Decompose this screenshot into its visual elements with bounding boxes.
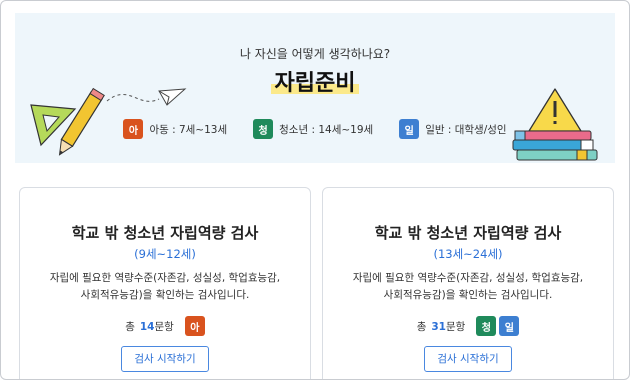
card-description: 자립에 필요한 역량수준(자존감, 성실성, 학업효능감, 사회적유능감)을 확… <box>49 272 281 301</box>
card-age-range: (9세~12세) <box>134 247 196 261</box>
badge-child: 아 <box>184 316 205 336</box>
hero-title: 자립준비 <box>270 65 360 97</box>
test-card-teen: 학교 밖 청소년 자립역량 검사 (13세~24세) 자립에 필요한 역량수준(… <box>322 187 614 379</box>
legend-item-teen: 청 청소년 : 14세~19세 <box>253 119 373 139</box>
badge-teen: 청 <box>253 119 274 139</box>
start-test-button[interactable]: 검사 시작하기 <box>121 346 209 372</box>
card-age-range: (13세~24세) <box>433 247 503 261</box>
card-description: 자립에 필요한 역량수준(자존감, 성실성, 학업효능감, 사회적유능감)을 확… <box>352 272 584 301</box>
test-card-child: 학교 밖 청소년 자립역량 검사 (9세~12세) 자립에 필요한 역량수준(자… <box>19 187 311 379</box>
legend-label: 청소년 : 14세~19세 <box>279 123 374 136</box>
badge-child: 아 <box>123 119 144 139</box>
hero-subtitle: 나 자신을 어떻게 생각하나요? <box>239 47 391 61</box>
start-test-button[interactable]: 검사 시작하기 <box>424 346 512 372</box>
legend-item-general: 일 일반 : 대학생/성인 <box>399 119 507 139</box>
page-frame: 나 자신을 어떻게 생각하나요? 자립준비 아 아동 : 7세~13세 청 청소… <box>0 0 630 380</box>
legend-label: 일반 : 대학생/성인 <box>425 123 507 136</box>
question-count: 총 31문항 청 일 <box>323 316 613 336</box>
card-title: 학교 밖 청소년 자립역량 검사 <box>374 224 562 242</box>
badge-teen: 청 <box>476 316 497 336</box>
legend-label: 아동 : 7세~13세 <box>149 123 228 136</box>
hero-banner: 나 자신을 어떻게 생각하나요? 자립준비 아 아동 : 7세~13세 청 청소… <box>15 13 615 163</box>
age-legend: 아 아동 : 7세~13세 청 청소년 : 14세~19세 일 일반 : 대학생… <box>15 119 615 139</box>
badge-general: 일 <box>499 316 520 336</box>
card-title: 학교 밖 청소년 자립역량 검사 <box>71 224 259 242</box>
legend-item-child: 아 아동 : 7세~13세 <box>123 119 227 139</box>
badge-general: 일 <box>399 119 420 139</box>
question-count: 총 14문항 아 <box>20 316 310 336</box>
